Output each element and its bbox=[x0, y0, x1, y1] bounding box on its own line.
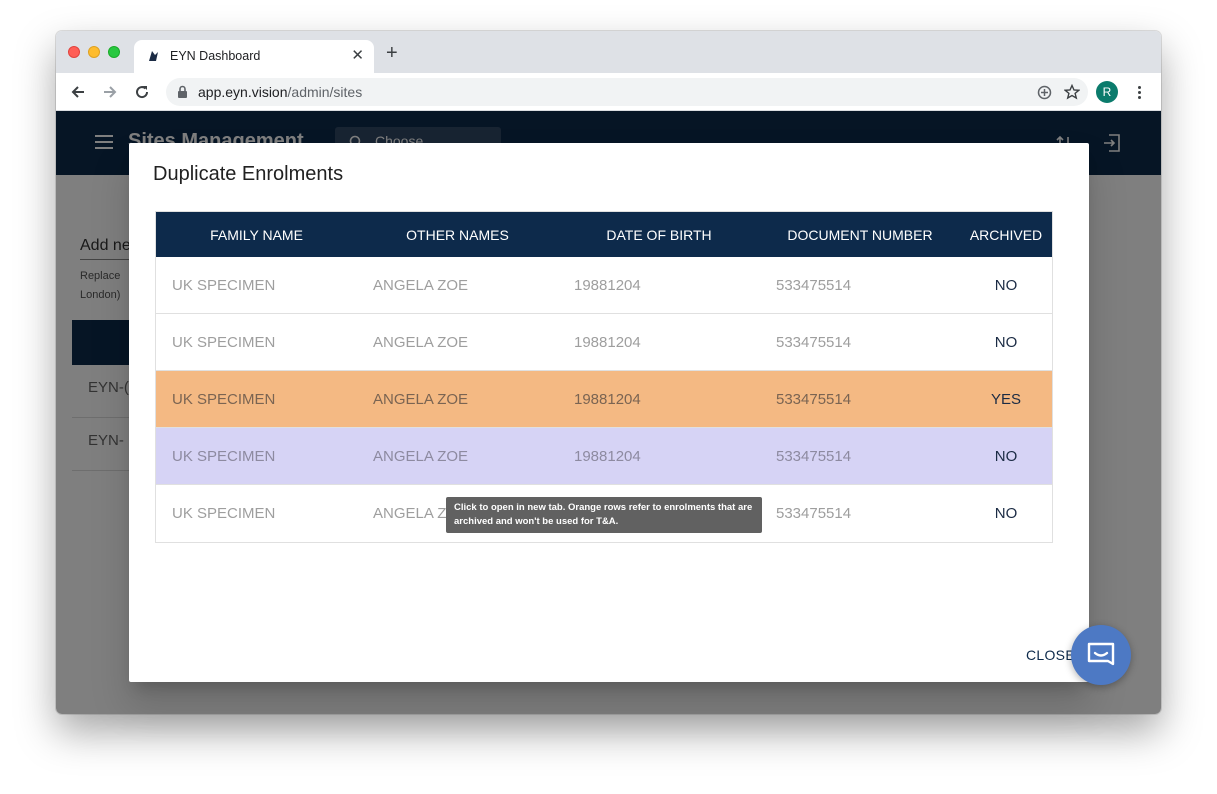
cell-document-number: 533475514 bbox=[776, 276, 852, 294]
lock-icon bbox=[178, 85, 187, 98]
close-tab-icon[interactable]: ✕ bbox=[351, 47, 364, 65]
cell-family-name: UK SPECIMEN bbox=[172, 276, 276, 294]
bookmark-star-icon[interactable] bbox=[1064, 84, 1080, 100]
minimize-window-button[interactable] bbox=[88, 46, 100, 58]
cell-archived: YES bbox=[990, 390, 1021, 408]
column-header-family-name[interactable]: FAMILY NAME bbox=[156, 212, 357, 257]
column-header-other-names[interactable]: OTHER NAMES bbox=[357, 212, 558, 257]
cell-date-of-birth: 19881204 bbox=[574, 333, 641, 351]
forward-icon[interactable] bbox=[100, 82, 120, 102]
row-tooltip: Click to open in new tab. Orange rows re… bbox=[446, 497, 762, 533]
table-row[interactable]: UK SPECIMEN ANGELA ZOE 19881204 53347551… bbox=[156, 257, 1052, 314]
browser-tab[interactable]: EYN Dashboard ✕ bbox=[134, 40, 374, 73]
column-header-document-number[interactable]: DOCUMENT NUMBER bbox=[760, 212, 960, 257]
dialog-title: Duplicate Enrolments bbox=[153, 163, 344, 185]
cell-other-names: ANGELA ZOE bbox=[373, 333, 469, 351]
cell-document-number: 533475514 bbox=[776, 390, 852, 408]
cell-family-name: UK SPECIMEN bbox=[172, 333, 276, 351]
browser-menu-icon[interactable] bbox=[1131, 82, 1147, 102]
profile-avatar[interactable]: R bbox=[1096, 81, 1118, 103]
cell-date-of-birth: 19881204 bbox=[574, 447, 641, 465]
cell-family-name: UK SPECIMEN bbox=[172, 390, 276, 408]
cell-date-of-birth: 19881204 bbox=[574, 276, 641, 294]
address-bar[interactable]: app.eyn.vision/admin/sites bbox=[166, 78, 1088, 106]
tab-title: EYN Dashboard bbox=[170, 49, 261, 63]
cell-document-number: 533475514 bbox=[776, 333, 852, 351]
table-header: FAMILY NAME OTHER NAMES DATE OF BIRTH DO… bbox=[156, 212, 1052, 257]
table-row[interactable]: UK SPECIMEN ANGELA ZOE 19881204 53347551… bbox=[156, 314, 1052, 371]
back-icon[interactable] bbox=[68, 82, 88, 102]
install-app-icon[interactable] bbox=[1036, 84, 1052, 100]
reload-icon[interactable] bbox=[132, 82, 152, 102]
tab-strip: EYN Dashboard ✕ + bbox=[56, 31, 1161, 73]
close-button[interactable]: CLOSE bbox=[1026, 647, 1075, 663]
column-header-date-of-birth[interactable]: DATE OF BIRTH bbox=[558, 212, 760, 257]
cell-family-name: UK SPECIMEN bbox=[172, 447, 276, 465]
duplicate-enrolments-dialog: Duplicate Enrolments FAMILY NAME OTHER N… bbox=[129, 143, 1089, 682]
window-controls bbox=[68, 46, 120, 58]
cell-document-number: 533475514 bbox=[776, 505, 852, 522]
cell-archived: NO bbox=[994, 276, 1018, 294]
close-window-button[interactable] bbox=[68, 46, 80, 58]
cell-document-number: 533475514 bbox=[776, 447, 852, 465]
eyn-favicon-icon bbox=[149, 51, 158, 61]
cell-archived: NO bbox=[994, 505, 1018, 522]
zoom-window-button[interactable] bbox=[108, 46, 120, 58]
chat-icon bbox=[1087, 642, 1115, 666]
cell-archived: NO bbox=[994, 447, 1018, 465]
new-tab-icon[interactable]: + bbox=[386, 43, 398, 63]
cell-family-name: UK SPECIMEN bbox=[172, 505, 276, 522]
table-row-archived[interactable]: UK SPECIMEN ANGELA ZOE 19881204 53347551… bbox=[156, 371, 1052, 428]
cell-other-names: ANGELA ZOE bbox=[373, 390, 469, 408]
column-header-archived[interactable]: ARCHIVED bbox=[960, 212, 1052, 257]
cell-other-names: ANGELA ZOE bbox=[373, 447, 469, 465]
cell-date-of-birth: 19881204 bbox=[574, 390, 641, 408]
table-row-hovered[interactable]: UK SPECIMEN ANGELA ZOE 19881204 53347551… bbox=[156, 428, 1052, 485]
enrolments-table: FAMILY NAME OTHER NAMES DATE OF BIRTH DO… bbox=[155, 211, 1053, 543]
cell-archived: NO bbox=[994, 333, 1018, 351]
cell-other-names: ANGELA ZOE bbox=[373, 276, 469, 294]
chat-launcher-button[interactable] bbox=[1071, 625, 1131, 685]
url-text: app.eyn.vision/admin/sites bbox=[198, 84, 363, 100]
browser-toolbar: app.eyn.vision/admin/sites R bbox=[56, 73, 1161, 111]
